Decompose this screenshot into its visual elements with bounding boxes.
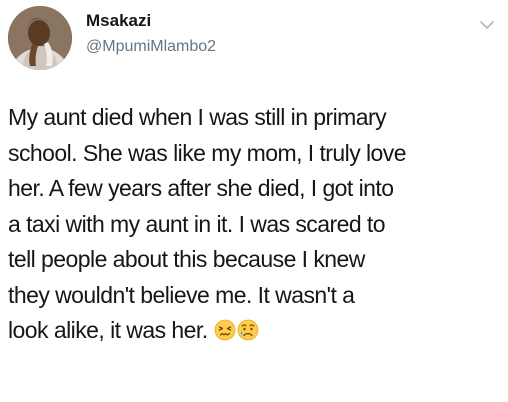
tweet-text-line: school. She was like my mom, I truly lov… [8, 139, 407, 166]
user-handle[interactable]: @MpumiMlambo2 [86, 38, 216, 56]
tweet-text-line: look alike, it was her. [8, 317, 208, 343]
chevron-down-icon[interactable] [476, 14, 498, 36]
tweet-text-line: a taxi with my aunt in it. I was scared … [8, 210, 386, 237]
avatar[interactable] [8, 6, 72, 70]
tweet-card: Msakazi @MpumiMlambo2 My aunt died when … [0, 0, 508, 402]
tweet-text-line: they wouldn't believe me. It wasn't a [8, 281, 355, 308]
tweet-text-line: her. A few years after she died, I got i… [8, 175, 394, 201]
tweet-text: My aunt died when I was still in primary… [8, 100, 504, 349]
confounded-face-emoji [214, 319, 236, 341]
tweet-text-last-line: look alike, it was her. [8, 313, 504, 349]
tweet-text-line: My aunt died when I was still in primary [8, 104, 387, 130]
avatar-image [8, 6, 72, 70]
sad-but-relieved-face-emoji [237, 319, 259, 341]
tweet-text-line: tell people about this because I knew [8, 246, 365, 272]
display-name[interactable]: Msakazi [86, 11, 151, 31]
